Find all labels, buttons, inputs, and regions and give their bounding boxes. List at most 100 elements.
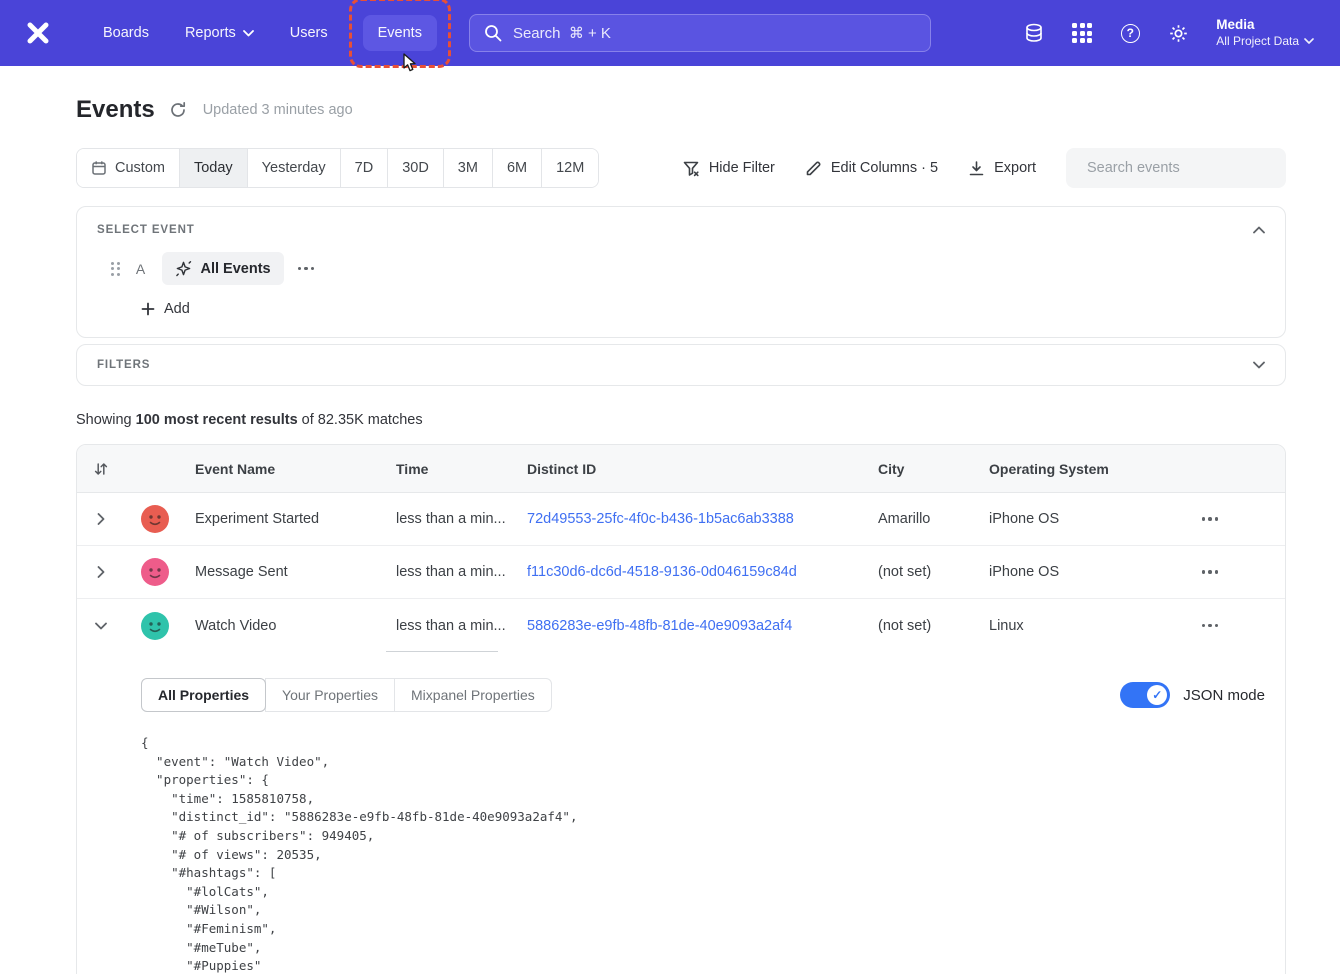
date-30d-button[interactable]: 30D <box>388 149 444 187</box>
collapse-row-button[interactable] <box>89 616 113 636</box>
help-button[interactable]: ? <box>1118 21 1142 45</box>
date-7d-button[interactable]: 7D <box>341 149 389 187</box>
results-count: 100 most recent results <box>136 412 298 428</box>
time-cell: less than a min... <box>386 618 517 634</box>
os-cell: iPhone OS <box>979 511 1135 527</box>
results-prefix: Showing <box>76 412 136 428</box>
navbar-right-controls: ? Media All Project Data <box>1022 17 1314 49</box>
chevron-right-icon <box>97 566 105 578</box>
city-cell: (not set) <box>868 564 979 580</box>
user-avatar <box>141 612 169 640</box>
table-row-expanded[interactable]: Watch Video less than a min... 5886283e-… <box>77 599 1285 652</box>
results-suffix: of 82.35K matches <box>298 412 423 428</box>
event-row: A All Events <box>97 252 1265 285</box>
table-row[interactable]: Experiment Started less than a min... 72… <box>77 493 1285 546</box>
event-row-letter: A <box>134 261 148 277</box>
row-more-button[interactable] <box>1202 624 1219 628</box>
events-table: Event Name Time Distinct ID City Operati… <box>76 444 1286 974</box>
drag-handle-icon[interactable] <box>111 262 120 276</box>
user-avatar <box>141 558 169 586</box>
project-switcher[interactable]: Media All Project Data <box>1216 17 1314 49</box>
expand-row-button[interactable] <box>91 507 111 531</box>
table-row[interactable]: Message Sent less than a min... f11c30d6… <box>77 546 1285 599</box>
date-yesterday-button[interactable]: Yesterday <box>248 149 341 187</box>
data-management-button[interactable] <box>1022 21 1046 45</box>
event-name-cell: Watch Video <box>185 618 386 634</box>
top-navbar: Boards Reports Users Events ? <box>0 0 1340 66</box>
add-event-button[interactable]: Add <box>141 301 190 317</box>
chevron-up-icon <box>1253 226 1265 234</box>
sort-arrows-icon <box>93 461 109 477</box>
tab-your-properties[interactable]: Your Properties <box>265 678 395 712</box>
table-header-row: Event Name Time Distinct ID City Operati… <box>77 445 1285 493</box>
settings-button[interactable] <box>1166 21 1190 45</box>
filters-card: FILTERS <box>76 344 1286 386</box>
updated-timestamp: Updated 3 minutes ago <box>203 102 353 118</box>
event-details-panel: All Properties Your Properties Mixpanel … <box>77 652 1285 974</box>
export-label: Export <box>994 160 1036 176</box>
all-events-icon <box>175 260 192 277</box>
tab-all-properties[interactable]: All Properties <box>141 678 266 712</box>
refresh-button[interactable] <box>169 101 187 119</box>
help-icon: ? <box>1121 24 1140 43</box>
row-more-button[interactable] <box>1202 570 1219 574</box>
edit-columns-button[interactable]: Edit Columns · 5 <box>805 160 938 177</box>
city-cell: Amarillo <box>868 511 979 527</box>
row-more-button[interactable] <box>1202 517 1219 521</box>
event-name-cell: Experiment Started <box>185 511 386 527</box>
json-property-viewer: { "event": "Watch Video", "properties": … <box>141 734 1265 974</box>
date-today-button[interactable]: Today <box>180 149 248 187</box>
chevron-down-icon <box>95 622 107 630</box>
json-mode-toggle[interactable]: ✓ <box>1120 682 1170 708</box>
database-icon <box>1023 22 1045 44</box>
mixpanel-logo-icon[interactable] <box>26 21 50 45</box>
page-title: Events <box>76 96 155 124</box>
nav-item-events[interactable]: Events <box>363 15 437 51</box>
column-header-distinct-id: Distinct ID <box>517 461 868 477</box>
tab-mixpanel-properties[interactable]: Mixpanel Properties <box>394 678 552 712</box>
search-events-input[interactable] <box>1087 160 1274 176</box>
search-icon <box>484 24 502 42</box>
filter-funnel-icon <box>682 159 700 177</box>
date-custom-button[interactable]: Custom <box>77 149 180 187</box>
apps-grid-button[interactable] <box>1070 21 1094 45</box>
refresh-icon <box>169 101 187 119</box>
nav-item-reports-label: Reports <box>185 25 236 41</box>
results-summary: Showing 100 most recent results of 82.35… <box>76 412 1286 428</box>
date-12m-button[interactable]: 12M <box>542 149 598 187</box>
gear-icon <box>1168 23 1189 44</box>
search-events-box[interactable] <box>1066 148 1286 188</box>
distinct-id-link[interactable]: f11c30d6-dc6d-4518-9136-0d046159c84d <box>517 564 868 580</box>
time-cell: less than a min... <box>386 564 517 580</box>
export-button[interactable]: Export <box>968 160 1036 177</box>
plus-icon <box>141 302 155 316</box>
expand-row-button[interactable] <box>91 560 111 584</box>
event-more-button[interactable] <box>298 267 315 271</box>
nav-item-reports[interactable]: Reports <box>170 15 269 51</box>
column-header-time: Time <box>386 461 517 477</box>
nav-events-wrap: Events <box>363 15 437 51</box>
download-icon <box>968 160 985 177</box>
os-cell: iPhone OS <box>979 564 1135 580</box>
chevron-down-icon <box>243 30 254 37</box>
navbar-search[interactable] <box>469 14 931 52</box>
date-3m-button[interactable]: 3M <box>444 149 493 187</box>
expand-filters-button[interactable] <box>1253 361 1265 369</box>
distinct-id-link[interactable]: 5886283e-e9fb-48fb-81de-40e9093a2af4 <box>517 618 868 634</box>
column-header-os: Operating System <box>979 461 1135 477</box>
nav-item-users[interactable]: Users <box>275 15 343 51</box>
collapse-section-button[interactable] <box>1253 226 1265 234</box>
toggle-check-icon: ✓ <box>1147 685 1167 705</box>
distinct-id-link[interactable]: 72d49553-25fc-4f0c-b436-1b5ac6ab3388 <box>517 511 868 527</box>
selected-event-name: All Events <box>201 261 271 277</box>
date-custom-label: Custom <box>115 160 165 176</box>
date-6m-button[interactable]: 6M <box>493 149 542 187</box>
nav-item-boards[interactable]: Boards <box>88 15 164 51</box>
select-event-title: SELECT EVENT <box>97 224 195 236</box>
navbar-search-input[interactable] <box>513 25 916 42</box>
hide-filter-button[interactable]: Hide Filter <box>682 159 775 177</box>
primary-nav: Boards Reports Users Events <box>88 15 437 51</box>
sort-button[interactable] <box>93 461 109 477</box>
pencil-icon <box>805 160 822 177</box>
event-selector-chip[interactable]: All Events <box>162 252 284 285</box>
